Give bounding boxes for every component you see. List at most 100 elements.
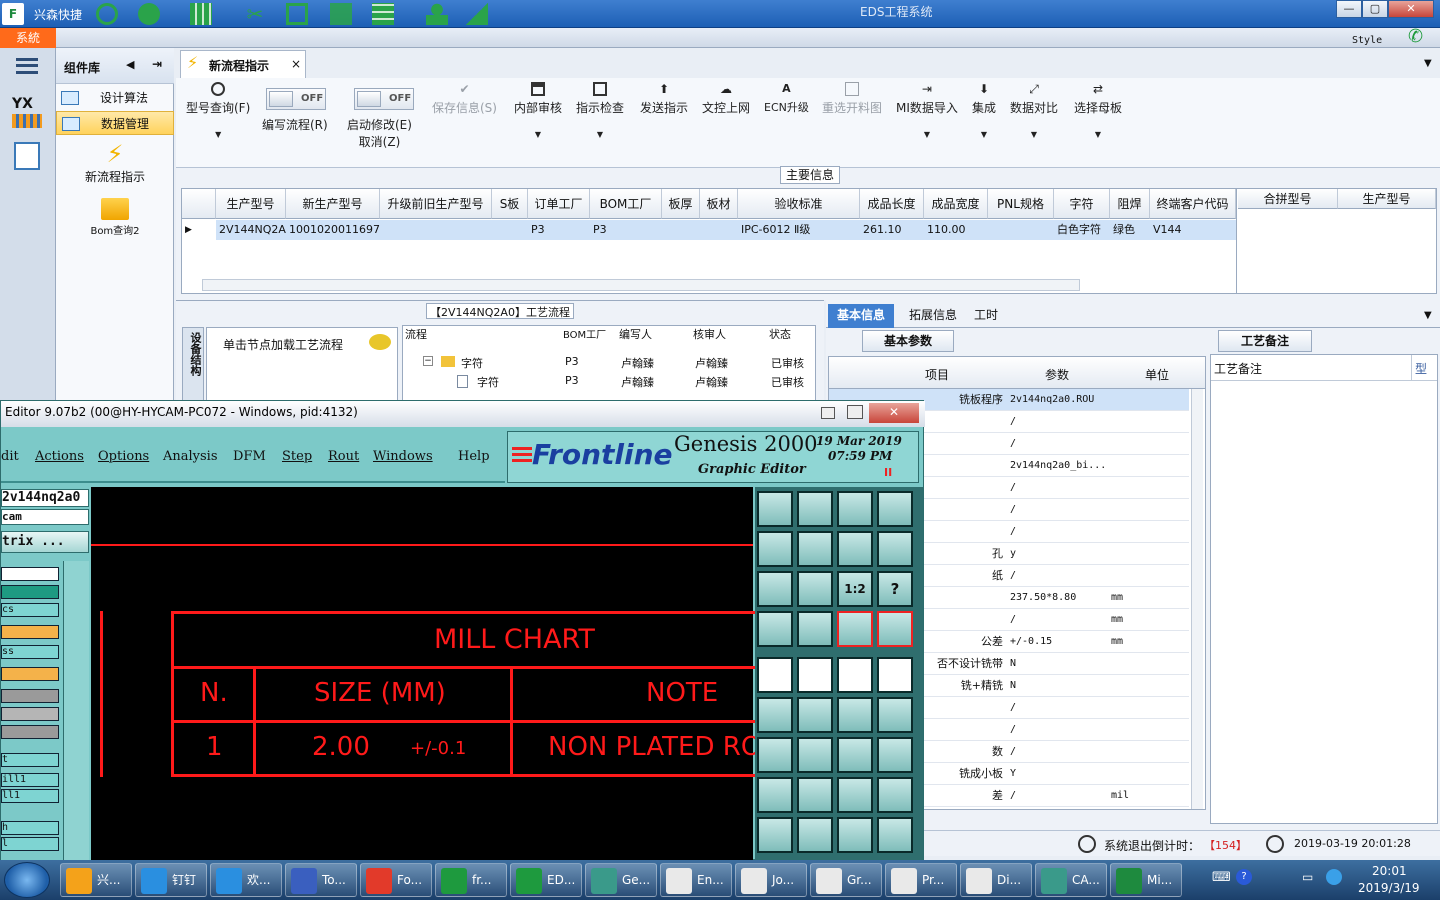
col-header[interactable]: 成品宽度 <box>924 189 988 219</box>
tab-close-icon[interactable]: × <box>291 57 301 71</box>
taskbar-item[interactable]: Di... <box>960 863 1032 897</box>
table-cell[interactable] <box>492 220 528 240</box>
line-point-alt-icon[interactable] <box>877 697 913 733</box>
layer-scrollbar[interactable] <box>63 561 89 861</box>
globe-icon[interactable] <box>138 3 160 25</box>
tab-new-flow[interactable]: ⚡ 新流程指示 × <box>180 50 306 78</box>
taskbar-item[interactable]: Ge... <box>585 863 657 897</box>
doc-upload-button[interactable]: ☁ 文控上网 <box>702 82 750 116</box>
scale-ratio-button[interactable]: 1:2 <box>837 571 873 607</box>
document-icon[interactable] <box>330 3 352 25</box>
tab-basic-params[interactable]: 基本参数 <box>862 330 954 352</box>
edit-flow-toggle[interactable]: OFF <box>266 88 326 110</box>
home-icon[interactable] <box>837 491 873 527</box>
collapse-icon[interactable]: − <box>423 356 433 366</box>
system-tab[interactable]: 系統 <box>0 28 56 48</box>
ecn-upgrade-button[interactable]: A ECN升级 <box>764 82 809 115</box>
zoom-fit-icon[interactable] <box>757 571 793 607</box>
col-header[interactable]: 字符 <box>1054 189 1110 219</box>
data-compare-button[interactable]: ⤢ 数据对比 ▼ <box>1010 82 1058 139</box>
scissors-icon[interactable]: ✂ <box>244 3 266 25</box>
param-value[interactable]: / <box>1007 477 1107 499</box>
col-header[interactable]: PNL规格 <box>988 189 1054 219</box>
integrate-button[interactable]: ⬇ 集成 ▼ <box>972 82 996 139</box>
menu-windows[interactable]: Windows <box>373 449 433 464</box>
col-header[interactable]: BOM工厂 <box>563 326 615 342</box>
table-cell[interactable] <box>380 220 492 240</box>
col-header[interactable]: 编写人 <box>619 326 693 342</box>
layer-row[interactable] <box>1 567 59 581</box>
menu-help[interactable]: Help <box>458 449 490 464</box>
col-header[interactable]: 项目 <box>925 366 949 383</box>
taskbar-item[interactable]: CA... <box>1035 863 1107 897</box>
tool-icon[interactable] <box>757 611 793 647</box>
param-value[interactable]: y <box>1007 543 1107 565</box>
col-header[interactable]: BOM工厂 <box>590 189 662 219</box>
table-cell[interactable]: V144 <box>1150 220 1236 240</box>
node-icon[interactable] <box>757 777 793 813</box>
collapse-left-icon[interactable]: ◀ <box>126 58 134 71</box>
layer-row[interactable] <box>1 725 59 739</box>
col-header[interactable]: 生产型号 <box>216 189 286 219</box>
mi-import-button[interactable]: ⇥ MI数据导入 ▼ <box>896 82 958 139</box>
param-value[interactable]: / <box>1007 565 1107 587</box>
table-cell[interactable]: P3 <box>528 220 590 240</box>
param-value[interactable]: / <box>1007 433 1107 455</box>
table-cell[interactable]: 10010200116976 <box>286 220 380 240</box>
keyboard-icon[interactable]: ⌨ <box>1212 870 1231 885</box>
pad-icon[interactable] <box>757 657 793 693</box>
menu-options[interactable]: Options <box>98 449 149 464</box>
col-header[interactable]: 生产型号 <box>1338 189 1436 209</box>
side-tab-device-structure[interactable]: 设备结构 <box>182 327 204 401</box>
col-header[interactable]: 验收标准 <box>738 189 860 219</box>
tab-work-hours[interactable]: 工时 <box>966 304 1006 328</box>
align-icon[interactable] <box>877 737 913 773</box>
arc-icon[interactable] <box>837 737 873 773</box>
param-value[interactable]: N <box>1007 675 1107 697</box>
style-menu[interactable]: Style <box>1352 35 1382 46</box>
taskbar-item[interactable]: To... <box>285 863 357 897</box>
taskbar-item[interactable]: Jo... <box>735 863 807 897</box>
param-value[interactable]: / <box>1007 609 1107 631</box>
group-icon[interactable] <box>877 777 913 813</box>
taskbar-item[interactable]: Pr... <box>885 863 957 897</box>
col-header[interactable]: 合拼型号 <box>1238 189 1338 209</box>
menu-rout[interactable]: Rout <box>328 449 359 464</box>
vertical-scrollbar[interactable] <box>1191 389 1203 809</box>
phone-icon[interactable]: ✆ <box>1408 26 1423 47</box>
maximize-button[interactable] <box>847 405 863 419</box>
taskbar-item[interactable]: En... <box>660 863 732 897</box>
send-instruction-button[interactable]: ⬆ 发送指示 <box>640 82 688 116</box>
table-cell[interactable]: 261.10 <box>860 220 924 240</box>
triangle-blue-icon[interactable] <box>837 817 873 853</box>
layer-row[interactable] <box>1 689 59 703</box>
table-cell[interactable] <box>700 220 738 240</box>
taskbar-item[interactable]: Fo... <box>360 863 432 897</box>
taskbar-item[interactable]: fr... <box>435 863 507 897</box>
table-cell[interactable] <box>988 220 1054 240</box>
col-header[interactable]: 升级前旧生产型号 <box>380 189 492 219</box>
layer-row[interactable]: h <box>1 821 59 835</box>
start-button[interactable] <box>4 862 50 898</box>
clock-time[interactable]: 20:01 <box>1372 864 1407 878</box>
param-value[interactable]: Y <box>1007 763 1107 785</box>
table-cell[interactable] <box>662 220 700 240</box>
param-value[interactable]: 2v144nq2a0_bi... <box>1007 455 1107 477</box>
param-value[interactable]: 237.50*8.80 <box>1007 587 1107 609</box>
reselect-material-button[interactable]: 重选开料图 <box>822 82 882 116</box>
cross-icon[interactable] <box>797 697 833 733</box>
taskbar-item[interactable]: Gr... <box>810 863 882 897</box>
dropdown-arrow-icon[interactable]: ▼ <box>1424 310 1432 321</box>
tool-bom-query[interactable]: Bom查询2 <box>56 196 174 242</box>
matrix-button[interactable]: trix ... <box>1 531 89 553</box>
layer-row[interactable]: ill1 <box>1 773 59 787</box>
instruction-check-button[interactable]: 指示检查 ▼ <box>576 82 624 139</box>
param-value[interactable]: / <box>1007 785 1107 807</box>
taskbar-item[interactable]: ED... <box>510 863 582 897</box>
col-header[interactable]: 流程 <box>403 326 563 342</box>
tree-row[interactable]: 字符 P3 卢翰臻 卢翰臻 已审核 <box>403 373 809 391</box>
model-query-button[interactable]: 型号查询(F) ▼ <box>186 82 250 139</box>
menu-edit[interactable]: dit <box>1 449 19 464</box>
triangle-icon[interactable] <box>757 817 793 853</box>
minus-icon[interactable] <box>797 777 833 813</box>
